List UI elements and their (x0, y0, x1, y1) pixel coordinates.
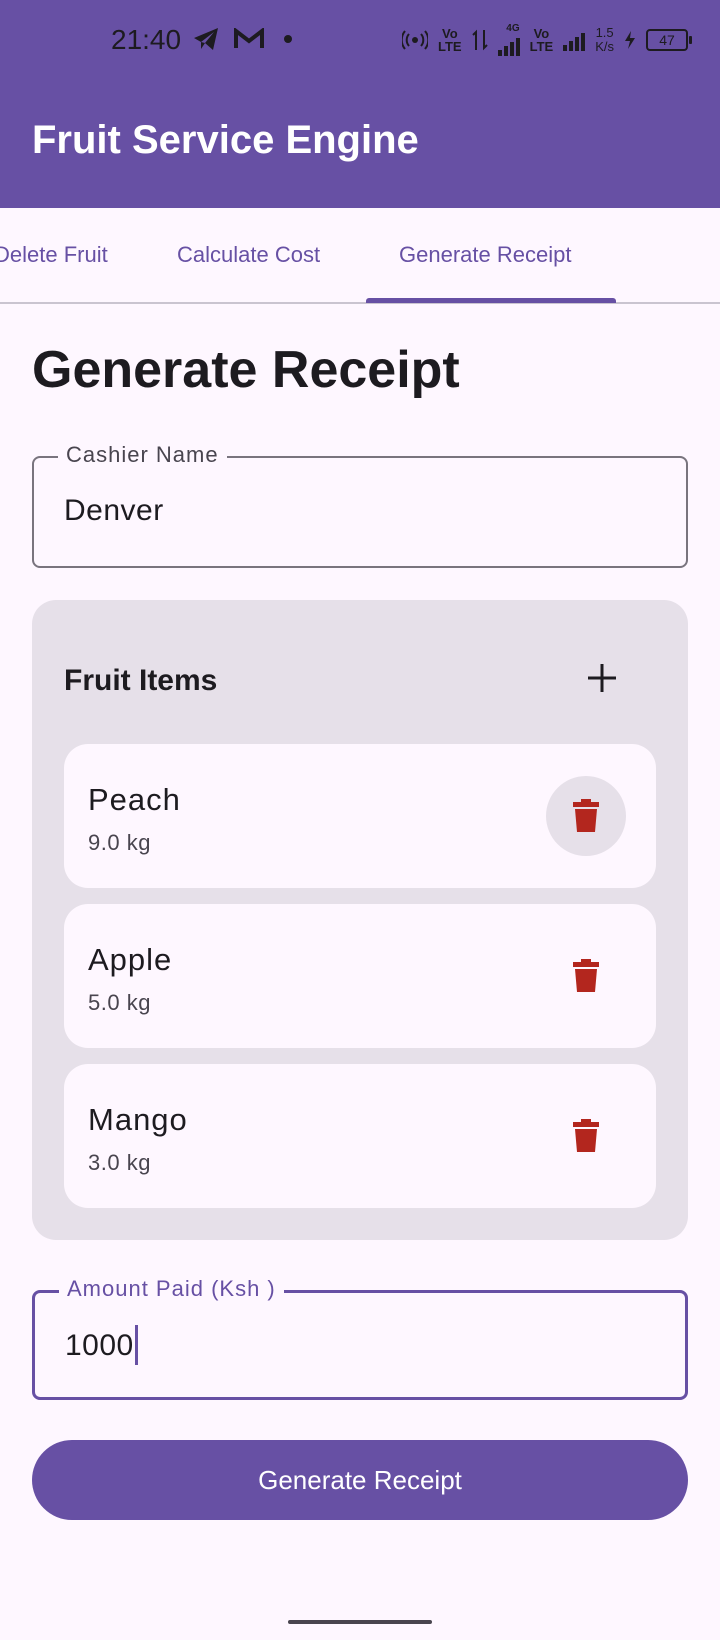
app-title: Fruit Service Engine (32, 118, 419, 162)
tab-indicator (366, 298, 616, 303)
fruit-item-name: Peach (88, 782, 181, 817)
page-title: Generate Receipt (32, 341, 460, 399)
signal-1: 4G (497, 23, 520, 56)
fruit-item-card: Apple 5.0 kg (64, 904, 656, 1048)
dot-icon (284, 35, 292, 43)
network-type: 4G (506, 23, 520, 34)
signal-icon (497, 34, 520, 56)
status-notification-icons (192, 26, 298, 52)
speed-value: 1.5 (595, 25, 614, 40)
fruit-items-title: Fruit Items (64, 664, 218, 697)
text-cursor (134, 1325, 138, 1365)
signal-icon-2 (563, 29, 586, 51)
trash-icon (573, 959, 599, 992)
volte-label-1: Vo LTE (438, 26, 462, 54)
fruit-item-name: Apple (88, 942, 173, 977)
amount-paid-field[interactable]: Amount Paid (Ksh ) 1000 (32, 1276, 688, 1400)
gmail-icon (234, 28, 264, 48)
telegram-icon (194, 28, 218, 50)
plus-icon (588, 664, 616, 692)
hotspot-icon (402, 30, 429, 50)
amount-paid-label: Amount Paid (Ksh ) (59, 1276, 284, 1302)
charging-icon (625, 31, 635, 49)
app-bar: 21:40 Vo LTE 4G Vo LTE 1.5 K/s 47 Fruit S… (0, 0, 720, 208)
tab-generate-receipt[interactable]: Generate Receipt (399, 242, 571, 268)
fruit-item-card: Mango 3.0 kg (64, 1064, 656, 1208)
trash-icon (573, 1119, 599, 1152)
battery-level: 47 (659, 32, 675, 48)
fruit-item-quantity: 3.0 kg (88, 1150, 151, 1175)
fruit-item-card: Peach 9.0 kg (64, 744, 656, 888)
tab-bar: Delete Fruit Calculate Cost Generate Rec… (0, 208, 720, 304)
status-time: 21:40 (111, 24, 182, 55)
amount-paid-input[interactable]: 1000 (65, 1325, 138, 1367)
network-speed: 1.5 K/s (595, 26, 614, 54)
status-system-icons: Vo LTE 4G Vo LTE 1.5 K/s 47 (402, 23, 692, 56)
generate-receipt-button[interactable]: Generate Receipt (32, 1440, 688, 1520)
volte-label-2: Vo LTE (529, 26, 554, 54)
battery-icon: 47 (646, 29, 692, 51)
fruit-item-quantity: 5.0 kg (88, 990, 151, 1015)
cashier-name-field[interactable]: Cashier Name Denver (32, 442, 688, 568)
speed-unit: K/s (595, 39, 614, 54)
cashier-name-value[interactable]: Denver (64, 494, 164, 528)
tab-calculate-cost[interactable]: Calculate Cost (177, 242, 320, 268)
amount-paid-value: 1000 (65, 1328, 134, 1362)
cashier-name-label: Cashier Name (58, 442, 227, 468)
fruit-items-panel: Fruit Items Peach 9.0 kg Apple 5.0 kg Ma… (32, 600, 688, 1240)
delete-item-button[interactable] (546, 936, 626, 1016)
fruit-item-name: Mango (88, 1102, 188, 1137)
delete-item-button[interactable] (546, 1096, 626, 1176)
delete-item-button[interactable] (546, 776, 626, 856)
add-fruit-button[interactable] (580, 656, 624, 700)
data-arrows-icon (471, 29, 488, 51)
fruit-item-quantity: 9.0 kg (88, 830, 151, 855)
gesture-home-bar[interactable] (288, 1620, 432, 1624)
tab-delete-fruit[interactable]: Delete Fruit (0, 242, 108, 268)
trash-icon (573, 799, 599, 832)
